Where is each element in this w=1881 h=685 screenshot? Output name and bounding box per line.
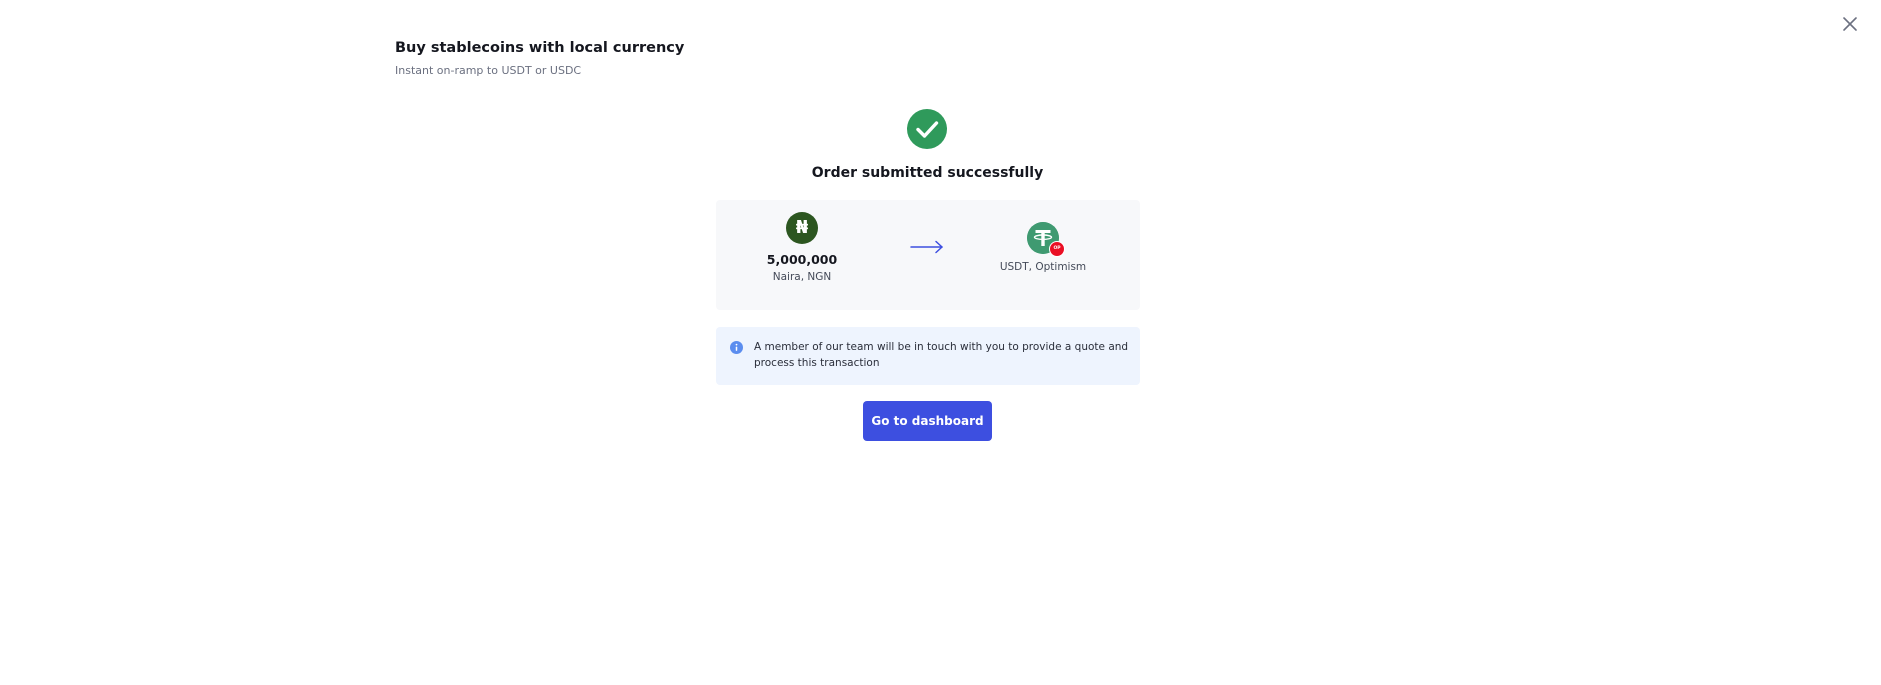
from-currency-label: Naira, NGN <box>772 271 832 283</box>
usdt-token: OP <box>1027 222 1065 257</box>
close-icon[interactable] <box>1840 14 1860 34</box>
optimism-icon: OP <box>1049 241 1065 257</box>
to-currency: OP USDT, Optimism <box>988 222 1098 274</box>
page-header: Buy stablecoins with local currency Inst… <box>395 38 684 78</box>
to-currency-label: USDT, Optimism <box>999 261 1087 273</box>
from-currency: ₦ 5,000,000 Naira, NGN <box>752 212 852 284</box>
arrow-right-icon <box>910 240 943 254</box>
success-title: Order submitted successfully <box>811 165 1044 181</box>
info-icon <box>730 341 743 354</box>
info-notice: A member of our team will be in touch wi… <box>716 327 1140 385</box>
go-to-dashboard-button[interactable]: Go to dashboard <box>863 401 992 441</box>
conversion-summary-card: ₦ 5,000,000 Naira, NGN OP USDT, Optimism <box>716 200 1140 310</box>
from-amount: 5,000,000 <box>766 252 838 267</box>
page-title: Buy stablecoins with local currency <box>395 40 685 56</box>
info-text: A member of our team will be in touch wi… <box>754 341 1129 369</box>
order-success-page: Buy stablecoins with local currency Inst… <box>0 0 1881 685</box>
page-subtitle: Instant on-ramp to USDT or USDC <box>395 64 582 77</box>
naira-icon: ₦ <box>786 212 818 244</box>
check-circle-icon <box>907 109 947 149</box>
